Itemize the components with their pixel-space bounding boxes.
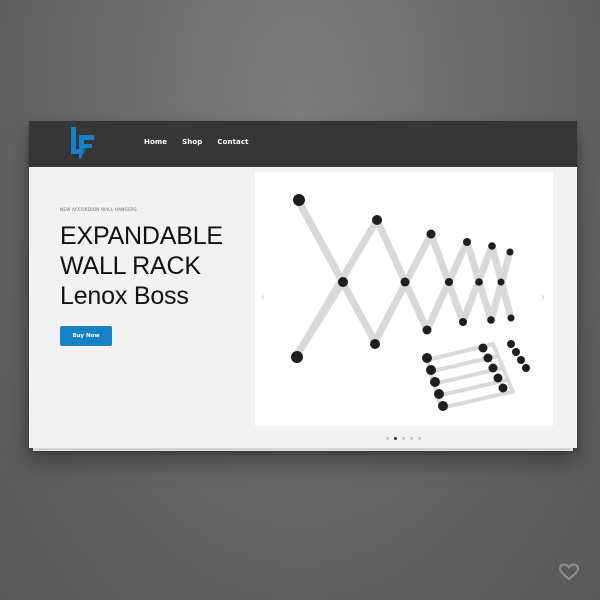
lf-logo-icon[interactable] <box>70 127 96 161</box>
hero-eyebrow: NEW ACCORDION WALL HANGERS <box>60 207 137 212</box>
chevron-right-icon[interactable]: › <box>538 290 548 304</box>
product-image: ‹ › <box>255 172 553 426</box>
nav-shop-link[interactable]: Shop <box>182 138 202 146</box>
hero-title-line-2: WALL RACK <box>60 252 201 280</box>
accordion-wall-rack-photo <box>291 194 530 411</box>
chevron-left-icon[interactable]: ‹ <box>258 290 268 304</box>
main-nav: Home Shop Contact <box>144 138 264 146</box>
carousel-dot[interactable] <box>386 437 389 440</box>
carousel-dot[interactable] <box>402 437 405 440</box>
buy-now-button[interactable]: Buy Now <box>60 326 112 346</box>
hero-text: NEW ACCORDION WALL HANGERS EXPANDABLE WA… <box>60 207 260 311</box>
nav-home-link[interactable]: Home <box>144 138 167 146</box>
nav-contact-link[interactable]: Contact <box>217 138 248 146</box>
hero-title-line-3: Lenox Boss <box>60 282 189 310</box>
browser-window: Home Shop Contact NEW ACCORDION WALL HAN… <box>29 121 577 451</box>
carousel-pagination <box>386 437 421 440</box>
carousel-dot[interactable] <box>418 437 421 440</box>
hero-title-line-1: EXPANDABLE <box>60 222 223 250</box>
hero-title: EXPANDABLE WALL RACK Lenox Boss <box>60 221 260 311</box>
heart-icon[interactable] <box>558 563 580 581</box>
carousel-dot[interactable] <box>410 437 413 440</box>
carousel-dot-active[interactable] <box>394 437 397 440</box>
top-navigation-bar: Home Shop Contact <box>29 121 577 167</box>
